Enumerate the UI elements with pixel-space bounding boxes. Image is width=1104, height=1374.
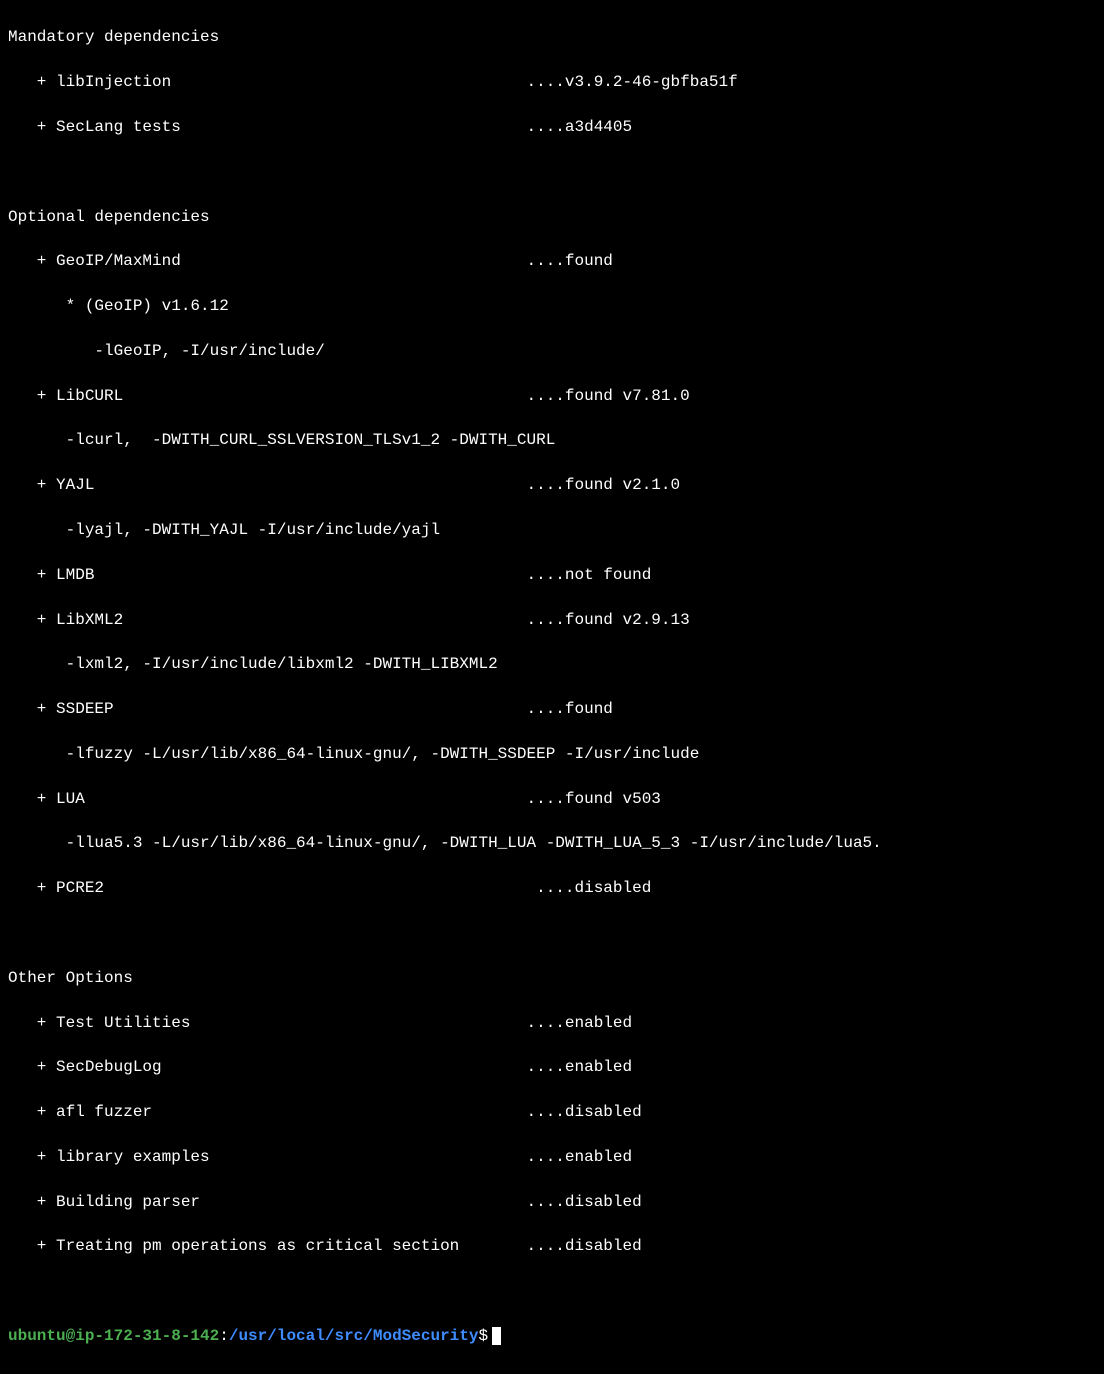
dep-libxml2: + LibXML2 ....found v2.9.13 (8, 609, 1096, 631)
opt-secdebuglog: + SecDebugLog ....enabled (8, 1056, 1096, 1078)
opt-library-examples: + library examples ....enabled (8, 1146, 1096, 1168)
cursor-icon (492, 1327, 501, 1345)
dep-libinjection: + libInjection ....v3.9.2-46-gbfba51f (8, 71, 1096, 93)
blank-line (8, 161, 1096, 183)
opt-building-parser: + Building parser ....disabled (8, 1191, 1096, 1213)
dep-libxml2-flags: -lxml2, -I/usr/include/libxml2 -DWITH_LI… (8, 653, 1096, 675)
section-optional-header: Optional dependencies (8, 206, 1096, 228)
dep-libcurl-flags: -lcurl, -DWITH_CURL_SSLVERSION_TLSv1_2 -… (8, 429, 1096, 451)
dep-lua: + LUA ....found v503 (8, 788, 1096, 810)
prompt-user-host: ubuntu@ip-172-31-8-142 (8, 1325, 219, 1347)
prompt-path: /usr/local/src/ModSecurity (229, 1325, 479, 1347)
opt-pm-critical: + Treating pm operations as critical sec… (8, 1235, 1096, 1257)
shell-prompt[interactable]: ubuntu@ip-172-31-8-142:/usr/local/src/Mo… (8, 1325, 1096, 1347)
prompt-colon: : (219, 1325, 229, 1347)
dep-geoip-version: * (GeoIP) v1.6.12 (8, 295, 1096, 317)
dep-lua-flags: -llua5.3 -L/usr/lib/x86_64-linux-gnu/, -… (8, 832, 1096, 854)
dep-libcurl: + LibCURL ....found v7.81.0 (8, 385, 1096, 407)
dep-ssdeep: + SSDEEP ....found (8, 698, 1096, 720)
dep-geoip-flags: -lGeoIP, -I/usr/include/ (8, 340, 1096, 362)
section-mandatory-header: Mandatory dependencies (8, 26, 1096, 48)
dep-geoip: + GeoIP/MaxMind ....found (8, 250, 1096, 272)
section-other-header: Other Options (8, 967, 1096, 989)
dep-ssdeep-flags: -lfuzzy -L/usr/lib/x86_64-linux-gnu/, -D… (8, 743, 1096, 765)
opt-afl-fuzzer: + afl fuzzer ....disabled (8, 1101, 1096, 1123)
dep-seclang: + SecLang tests ....a3d4405 (8, 116, 1096, 138)
dep-yajl-flags: -lyajl, -DWITH_YAJL -I/usr/include/yajl (8, 519, 1096, 541)
terminal-output[interactable]: Mandatory dependencies + libInjection ..… (0, 0, 1104, 1374)
opt-test-utilities: + Test Utilities ....enabled (8, 1012, 1096, 1034)
dep-yajl: + YAJL ....found v2.1.0 (8, 474, 1096, 496)
dep-lmdb: + LMDB ....not found (8, 564, 1096, 586)
blank-line (8, 1280, 1096, 1302)
prompt-dollar: $ (478, 1325, 488, 1347)
blank-line (8, 922, 1096, 944)
dep-pcre2: + PCRE2 ....disabled (8, 877, 1096, 899)
